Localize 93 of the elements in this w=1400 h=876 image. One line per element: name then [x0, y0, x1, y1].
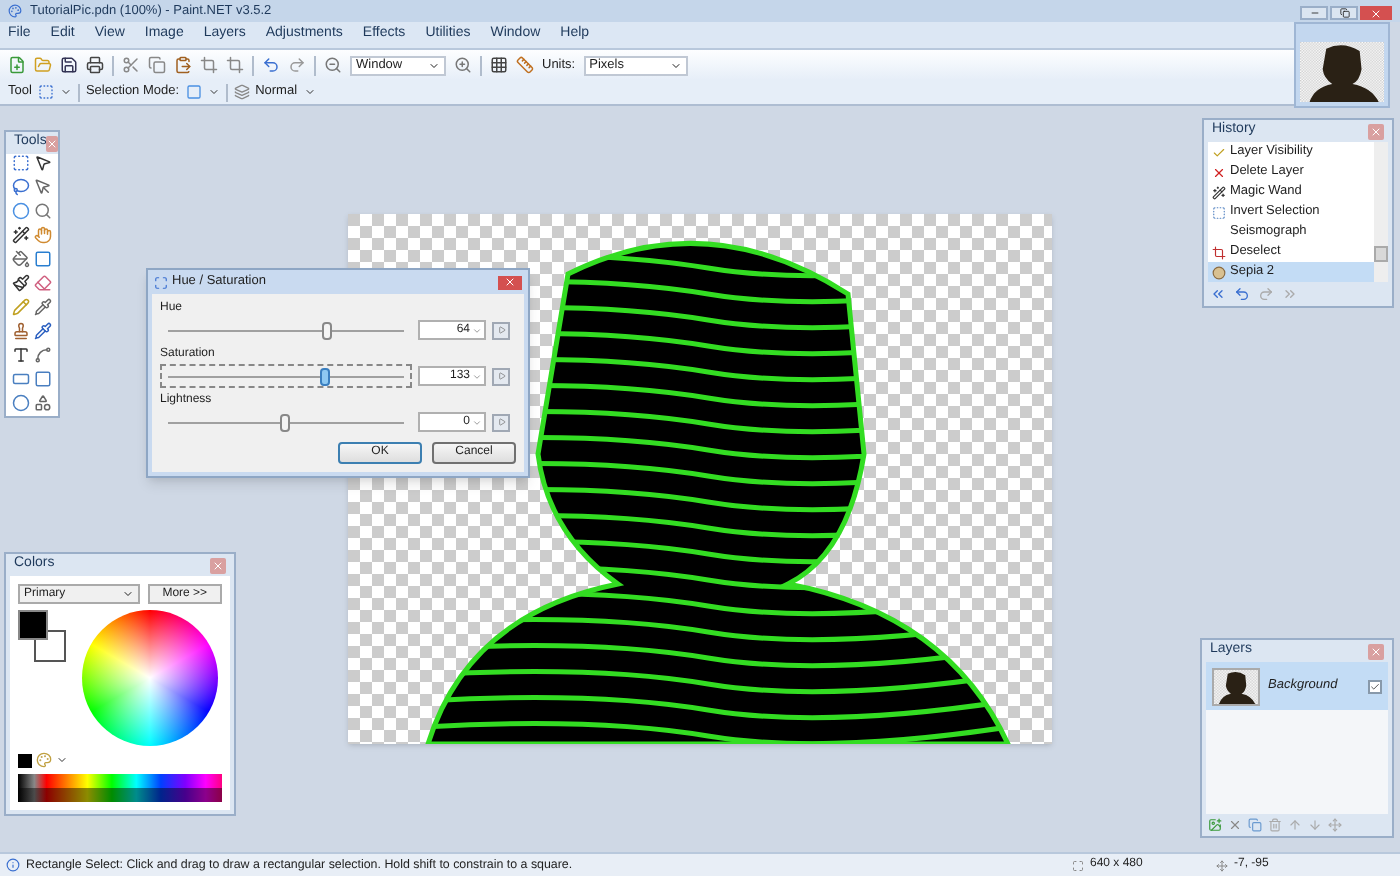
- caret-icon: [121, 588, 134, 600]
- delete-icon: [1212, 165, 1226, 179]
- redo-icon[interactable]: [288, 56, 306, 74]
- rectangle-icon[interactable]: [12, 370, 30, 388]
- color-palette[interactable]: [18, 774, 222, 802]
- paint-bucket-icon[interactable]: [12, 250, 30, 268]
- spinner-icon: [472, 325, 482, 335]
- down-arrow-icon[interactable]: [1308, 818, 1322, 832]
- fast-forward-icon[interactable]: [1282, 286, 1298, 302]
- reset-button[interactable]: [492, 321, 510, 339]
- text-icon[interactable]: [12, 346, 30, 364]
- rewind-icon[interactable]: [1210, 286, 1226, 302]
- rectangle-select-icon[interactable]: [37, 84, 54, 100]
- default-colors-swatch[interactable]: [18, 753, 32, 767]
- close-icon: [1370, 125, 1382, 137]
- zoom-out-icon[interactable]: [324, 56, 342, 74]
- close-icon: [1370, 7, 1382, 19]
- visibility-checkbox[interactable]: [1368, 679, 1382, 693]
- paste-icon[interactable]: [174, 56, 192, 74]
- magic-wand-icon: [1212, 185, 1226, 199]
- zoom-icon[interactable]: [34, 202, 52, 220]
- undo-icon[interactable]: [262, 56, 280, 74]
- checkmark-icon: [1212, 145, 1226, 159]
- slider-thumb[interactable]: [280, 414, 290, 432]
- info-icon: [6, 858, 20, 872]
- ellipse-icon[interactable]: [12, 394, 30, 412]
- delete-icon[interactable]: [1228, 818, 1242, 832]
- add-layer-icon[interactable]: [1208, 818, 1222, 832]
- printer-icon[interactable]: [86, 56, 104, 74]
- close-icon: [46, 137, 59, 149]
- zoom-in-icon[interactable]: [454, 56, 472, 74]
- slider[interactable]: [160, 364, 412, 388]
- caret-icon[interactable]: [59, 86, 72, 98]
- grid-icon[interactable]: [490, 56, 508, 74]
- lasso-icon[interactable]: [12, 178, 30, 196]
- close-icon: [504, 276, 516, 288]
- move-pointer-icon[interactable]: [34, 154, 52, 172]
- close-icon: [212, 559, 224, 571]
- undo-icon[interactable]: [1234, 286, 1250, 302]
- new-file-icon[interactable]: [8, 56, 26, 74]
- minimize-button[interactable]: [1300, 6, 1328, 20]
- play-icon: [497, 372, 505, 380]
- ellipse-select-icon[interactable]: [12, 202, 30, 220]
- save-icon[interactable]: [60, 56, 78, 74]
- minimize-icon: [1309, 8, 1319, 18]
- freeform-shape-icon[interactable]: [34, 394, 52, 412]
- color-picker-icon[interactable]: [34, 298, 52, 316]
- crop-icon[interactable]: [200, 56, 218, 74]
- play-icon: [497, 418, 505, 426]
- spinner-icon: [472, 417, 482, 427]
- paintbrush-icon[interactable]: [12, 274, 30, 292]
- stamp-icon[interactable]: [12, 322, 30, 340]
- close-button[interactable]: [1368, 643, 1384, 659]
- caret-icon: [428, 59, 440, 71]
- close-button[interactable]: [210, 557, 226, 573]
- scrollbar[interactable]: [1374, 142, 1388, 282]
- checkmark-icon: [1370, 681, 1380, 691]
- reset-button[interactable]: [492, 413, 510, 431]
- close-button[interactable]: [1360, 6, 1392, 20]
- eraser-icon[interactable]: [34, 274, 52, 292]
- line-icon[interactable]: [34, 346, 52, 364]
- caret-icon: [669, 59, 682, 71]
- ruler-icon[interactable]: [516, 56, 534, 74]
- rectangle-select-icon[interactable]: [12, 154, 30, 172]
- scissors-icon[interactable]: [122, 56, 140, 74]
- caret-icon[interactable]: [303, 86, 316, 98]
- close-icon: [1370, 645, 1382, 657]
- primary-color-swatch[interactable]: [18, 610, 48, 640]
- pointer-icon[interactable]: [34, 178, 52, 196]
- close-button[interactable]: [1368, 123, 1384, 139]
- invert-selection-icon: [1212, 205, 1226, 219]
- spinner-icon: [472, 371, 482, 381]
- cursor-position-icon: [1216, 859, 1228, 871]
- reset-button[interactable]: [492, 367, 510, 385]
- caret-icon[interactable]: [56, 754, 68, 766]
- play-icon: [497, 326, 505, 334]
- rounded-rectangle-icon[interactable]: [34, 370, 52, 388]
- close-button[interactable]: [498, 275, 522, 289]
- open-folder-icon[interactable]: [34, 56, 52, 74]
- copy-icon[interactable]: [148, 56, 166, 74]
- slider-thumb[interactable]: [319, 368, 330, 386]
- restore-icon: [1339, 8, 1349, 18]
- blend-mode-icon[interactable]: [233, 84, 250, 100]
- app-icon: [8, 4, 22, 18]
- duplicate-icon[interactable]: [1248, 818, 1262, 832]
- caret-icon[interactable]: [207, 86, 220, 98]
- pencil-icon[interactable]: [12, 298, 30, 316]
- redo-icon[interactable]: [1258, 286, 1274, 302]
- restore-button[interactable]: [1330, 6, 1358, 20]
- magic-wand-icon[interactable]: [12, 226, 30, 244]
- up-arrow-icon[interactable]: [1288, 818, 1302, 832]
- close-button[interactable]: [46, 135, 59, 151]
- slider-thumb[interactable]: [322, 322, 333, 340]
